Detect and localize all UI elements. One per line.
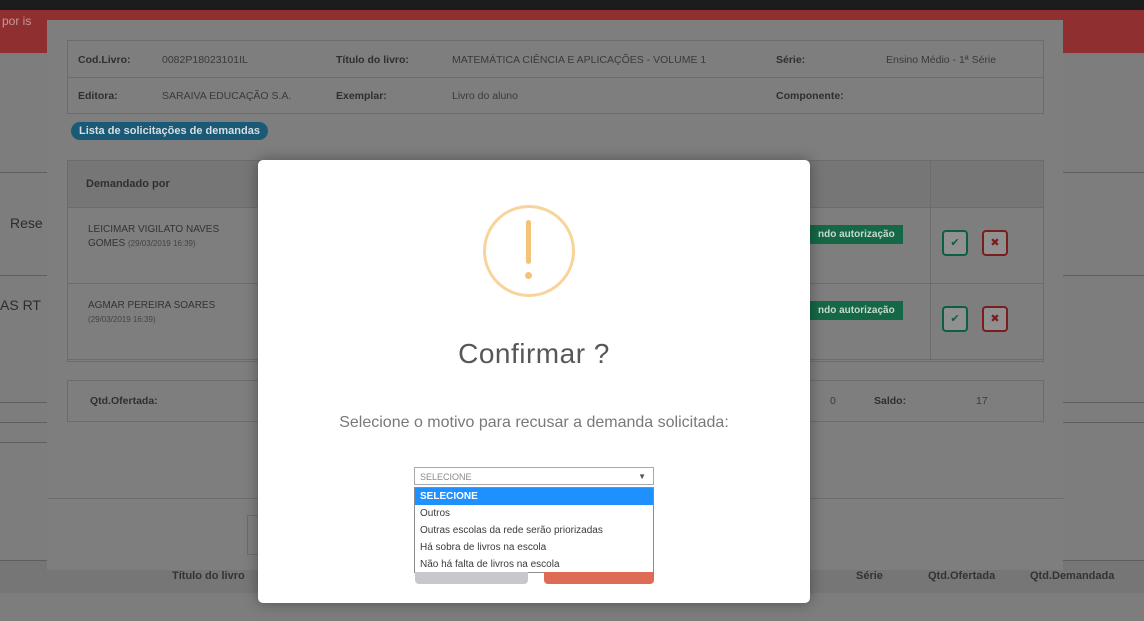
cod-livro-label: Cod.Livro: xyxy=(78,54,131,66)
demand-list-pill: Lista de solicitações de demandas xyxy=(71,122,268,140)
reason-option[interactable]: SELECIONE xyxy=(415,488,653,505)
saldo-label: Saldo: xyxy=(874,395,907,407)
reject-button[interactable]: ✖ xyxy=(982,230,1008,256)
warning-icon-dot xyxy=(525,272,532,279)
cod-livro-value: 0082P18023101IL xyxy=(162,54,248,66)
status-badge: ndo autorização xyxy=(810,301,903,320)
divider xyxy=(1063,402,1144,403)
exemplar-value: Livro do aluno xyxy=(452,90,518,102)
reason-option[interactable]: Outros xyxy=(415,505,653,522)
editora-value: SARAIVA EDUCAÇÃO S.A. xyxy=(162,90,292,102)
editora-label: Editora: xyxy=(78,90,118,102)
saldo-value: 17 xyxy=(976,395,988,407)
request-date: (29/03/2019 16:39) xyxy=(128,239,196,248)
serie-value: Ensino Médio - 1ª Série xyxy=(886,54,997,66)
requester-name-text: AGMAR PEREIRA SOARES xyxy=(88,300,216,311)
serie-label: Série: xyxy=(776,54,806,66)
request-date: (29/03/2019 16:39) xyxy=(88,315,156,324)
confirm-dialog: Confirmar ? Selecione o motivo para recu… xyxy=(258,160,810,603)
divider xyxy=(930,207,931,283)
dialog-message: Selecione o motivo para recusar a demand… xyxy=(339,414,729,431)
qtd-ofertada-label: Qtd.Ofertada: xyxy=(90,395,158,407)
close-icon: ✖ xyxy=(990,237,1000,249)
close-icon: ✖ xyxy=(990,313,1000,325)
reason-option[interactable]: Outras escolas da rede serão priorizadas xyxy=(415,522,653,539)
reason-dropdown: SELECIONE Outros Outras escolas da rede … xyxy=(414,487,654,573)
info-row: Cod.Livro: 0082P18023101IL Título do liv… xyxy=(68,41,1043,78)
info-row: Editora: SARAIVA EDUCAÇÃO S.A. Exemplar:… xyxy=(68,77,1043,113)
reason-select[interactable]: SELECIONE ▼ xyxy=(414,467,654,485)
warning-icon-bar xyxy=(526,220,531,264)
divider xyxy=(1063,422,1144,423)
reason-option[interactable]: Não há falta de livros na escola xyxy=(415,556,653,573)
reason-option[interactable]: Há sobra de livros na escola xyxy=(415,539,653,556)
requester-name: LEICIMAR VIGILATO NAVES GOMES (29/03/201… xyxy=(88,223,258,251)
check-icon: ✔ xyxy=(950,237,960,249)
cancel-button[interactable] xyxy=(415,572,528,584)
book-info-panel: Cod.Livro: 0082P18023101IL Título do liv… xyxy=(67,40,1044,114)
top-bar xyxy=(0,0,1144,10)
column-header: Qtd.Demandada xyxy=(1030,570,1115,582)
componente-label: Componente: xyxy=(776,90,844,102)
column-header: Série xyxy=(856,570,883,582)
titulo-label: Título do livro: xyxy=(336,54,409,66)
divider xyxy=(930,161,931,207)
requester-name: AGMAR PEREIRA SOARES (29/03/2019 16:39) xyxy=(88,299,258,327)
exemplar-label: Exemplar: xyxy=(336,90,387,102)
reason-select-value: SELECIONE xyxy=(420,472,472,482)
chevron-down-icon: ▼ xyxy=(638,472,646,481)
approve-button[interactable]: ✔ xyxy=(942,230,968,256)
reject-button[interactable]: ✖ xyxy=(982,306,1008,332)
divider xyxy=(930,283,931,359)
approve-button[interactable]: ✔ xyxy=(942,306,968,332)
alert-bar-text: por is xyxy=(2,14,32,28)
confirm-button[interactable] xyxy=(544,572,654,584)
titulo-value: MATEMÁTICA CIÊNCIA E APLICAÇÕES - VOLUME… xyxy=(452,54,707,66)
column-header: Título do livro xyxy=(172,570,245,582)
column-header: Qtd.Ofertada xyxy=(928,570,996,582)
qtd-value: 0 xyxy=(830,395,836,407)
check-icon: ✔ xyxy=(950,313,960,325)
demandado-header: Demandado por xyxy=(86,178,170,190)
background-text: Rese xyxy=(10,215,43,231)
status-badge: ndo autorização xyxy=(810,225,903,244)
warning-icon xyxy=(483,205,575,297)
background-text: AS RT xyxy=(0,297,41,313)
dialog-title: Confirmar ? xyxy=(458,338,610,369)
